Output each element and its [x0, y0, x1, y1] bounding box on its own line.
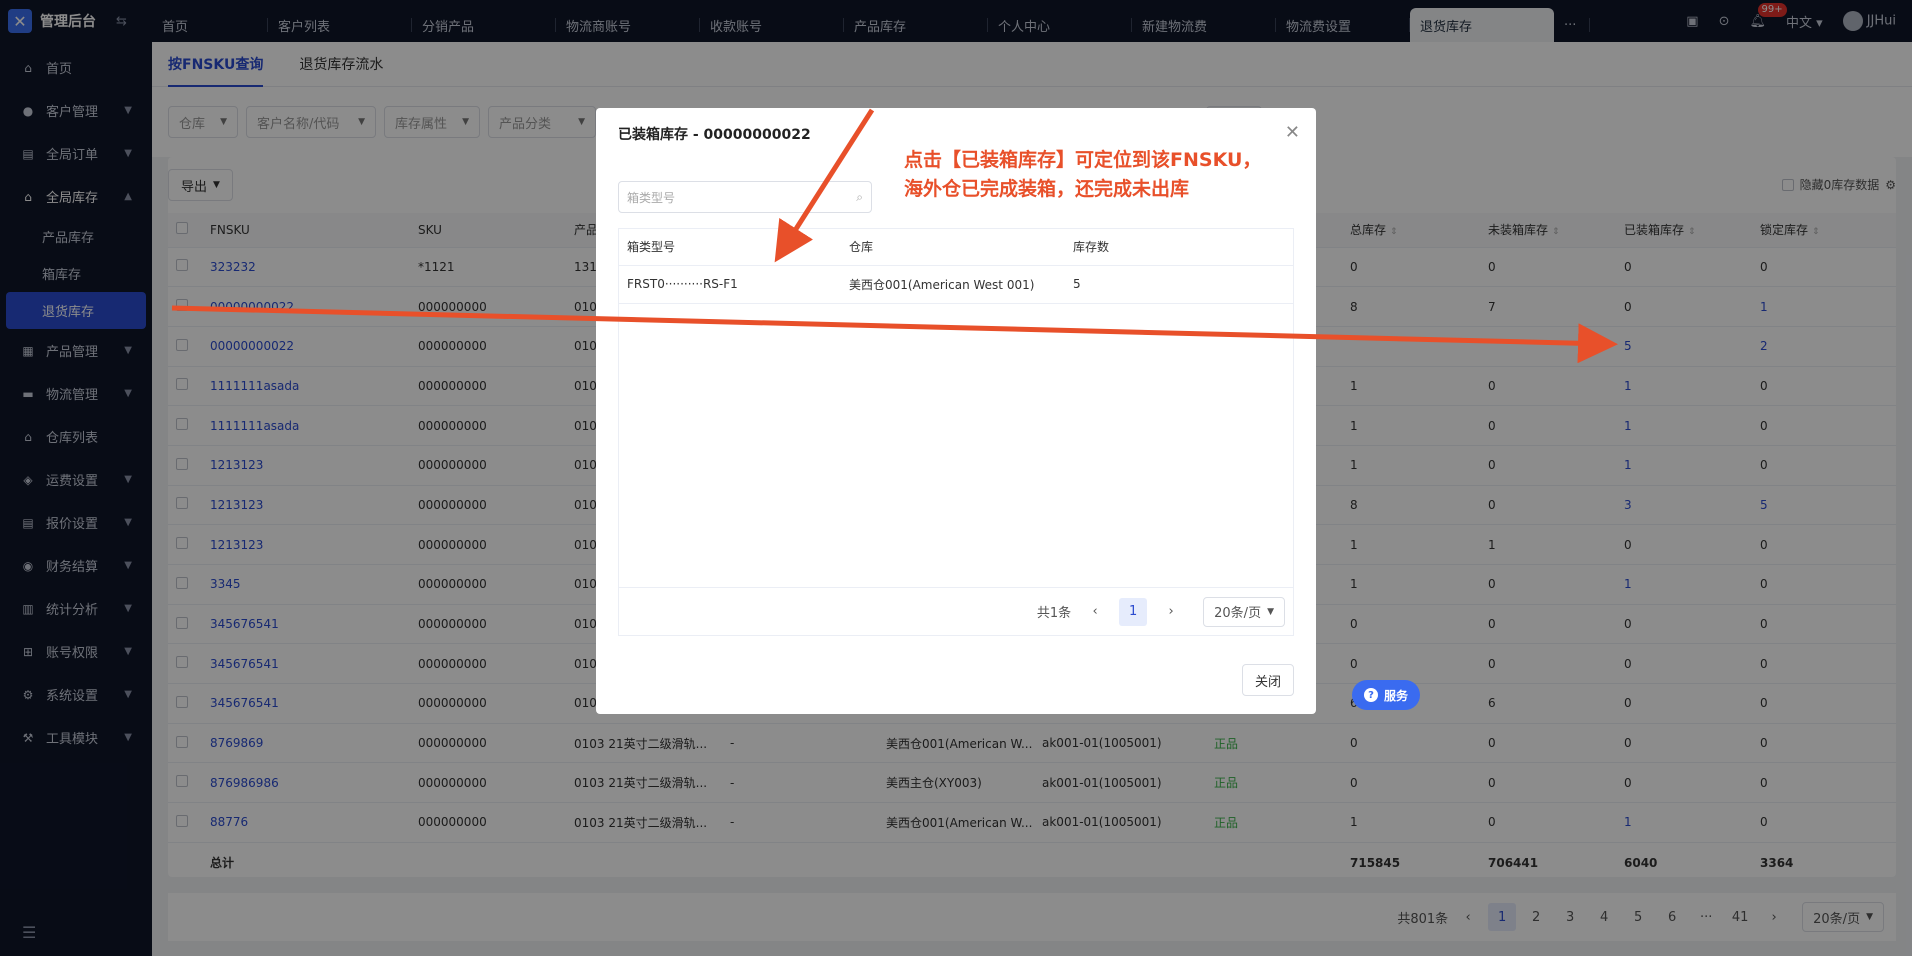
modal-col-qty: 库存数 [1065, 229, 1293, 266]
modal-page-1[interactable]: 1 [1119, 597, 1148, 626]
annotation-line-1: 点击【已装箱库存】可定位到该FNSKU， [904, 149, 1262, 171]
modal-cell-box: FRST0··········RS-F1 [619, 265, 841, 304]
service-button[interactable]: ? 服务 [1352, 680, 1421, 710]
annotation-line-2: 海外仓已完成装箱，还完成未出库 [904, 178, 1190, 200]
modal-cell-qty: 5 [1065, 265, 1293, 304]
modal-row: FRST0··········RS-F1 美西仓001(American Wes… [619, 265, 1293, 304]
search-icon[interactable]: ⌕ [856, 190, 863, 205]
next-page-icon[interactable]: › [1157, 598, 1185, 626]
box-type-search-input[interactable]: 箱类型号 ⌕ [618, 181, 872, 213]
modal-page-size-select[interactable]: 20条/页 ▼ [1203, 596, 1285, 627]
modal-pagination: 共1条 ‹ 1 › 20条/页 ▼ [619, 587, 1293, 635]
help-icon: ? [1364, 688, 1378, 702]
modal-pager-total: 共1条 [1036, 606, 1072, 621]
modal-cell-warehouse: 美西仓001(American West 001) [841, 265, 1065, 304]
prev-page-icon[interactable]: ‹ [1081, 598, 1109, 626]
close-icon[interactable]: ✕ [1285, 122, 1300, 143]
chevron-down-icon: ▼ [1267, 606, 1274, 617]
modal-title: 已装箱库存 - 00000000022 [618, 127, 811, 143]
modal-table: 箱类型号 仓库 库存数 FRST0··········RS-F1 美西仓001(… [618, 228, 1294, 636]
modal-col-box: 箱类型号 [619, 229, 841, 266]
annotation-text: 点击【已装箱库存】可定位到该FNSKU， 海外仓已完成装箱，还完成未出库 [904, 146, 1324, 204]
close-button[interactable]: 关闭 [1241, 664, 1294, 696]
modal-col-warehouse: 仓库 [841, 229, 1065, 266]
